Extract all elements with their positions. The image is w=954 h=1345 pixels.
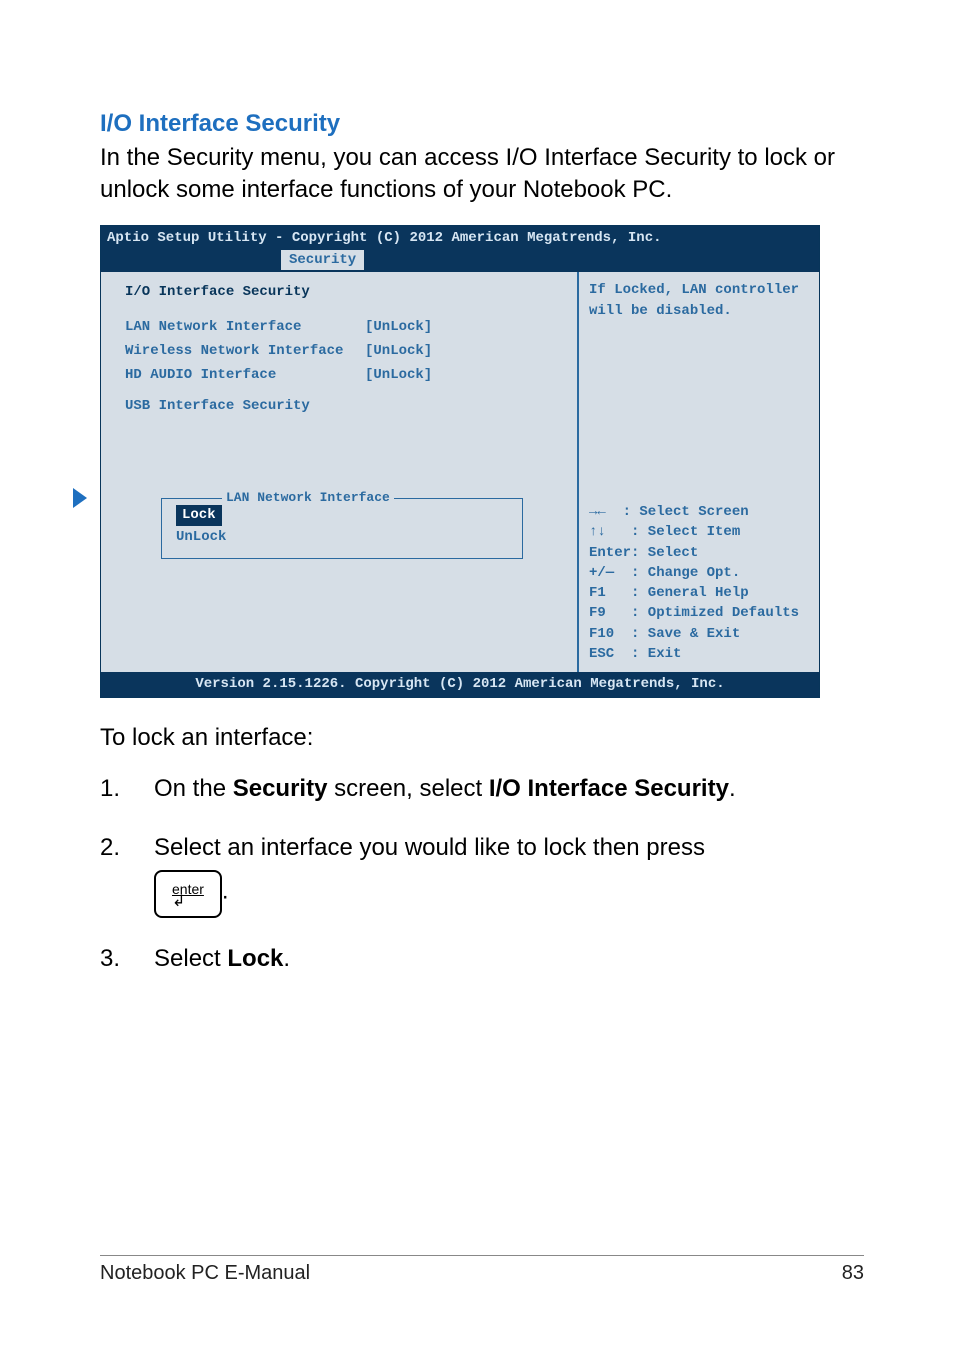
bios-tab-security: Security [281, 250, 364, 270]
bios-section-title: I/O Interface Security [125, 282, 567, 302]
bios-row-label: LAN Network Interface [125, 317, 365, 337]
footer-title: Notebook PC E-Manual [100, 1262, 310, 1285]
step-text: Select [154, 945, 227, 972]
step-text: On the [154, 775, 233, 802]
lock-intro: To lock an interface: [100, 722, 864, 754]
step-text: . [222, 877, 229, 904]
intro-paragraph: In the Security menu, you can access I/O… [100, 142, 864, 207]
bios-tab-row: Security [101, 250, 819, 272]
bios-popup-item-lock: Lock [176, 505, 508, 525]
bios-screenshot: Aptio Setup Utility - Copyright (C) 2012… [100, 225, 820, 698]
bios-popup-title: LAN Network Interface [222, 489, 394, 508]
pointer-icon [73, 488, 87, 508]
step-bold: I/O Interface Security [489, 775, 729, 802]
page-number: 83 [842, 1262, 864, 1285]
step-text: Select an interface you would like to lo… [154, 834, 705, 861]
step-number: 3. [100, 942, 154, 977]
bios-right-panel: If Locked, LAN controller will be disabl… [578, 272, 819, 672]
step-text: . [729, 775, 736, 802]
step-number: 1. [100, 772, 154, 807]
bios-left-panel: I/O Interface Security LAN Network Inter… [101, 272, 578, 672]
bios-row-value: [UnLock] [365, 341, 432, 361]
step-text: . [283, 945, 290, 972]
step-3: 3. Select Lock. [100, 942, 864, 977]
page-footer: Notebook PC E-Manual 83 [100, 1255, 864, 1285]
bios-row-wireless: Wireless Network Interface [UnLock] [125, 341, 567, 361]
step-bold: Security [233, 775, 328, 802]
bios-row-label: HD AUDIO Interface [125, 365, 365, 385]
bios-row-usb-submenu: USB Interface Security [125, 396, 567, 416]
bios-key-help: →← : Select Screen ↑↓ : Select Item Ente… [589, 502, 809, 664]
bios-row-label: Wireless Network Interface [125, 341, 365, 361]
step-1: 1. On the Security screen, select I/O In… [100, 772, 864, 807]
step-number: 2. [100, 831, 154, 918]
bios-context-help: If Locked, LAN controller will be disabl… [589, 280, 809, 321]
enter-key-icon: enter ↲ [154, 870, 222, 918]
step-2: 2. Select an interface you would like to… [100, 831, 864, 918]
bios-row-lan: LAN Network Interface [UnLock] [125, 317, 567, 337]
bios-popup: LAN Network Interface Lock UnLock [161, 498, 523, 559]
bios-row-value: [UnLock] [365, 365, 432, 385]
section-heading: I/O Interface Security [100, 110, 864, 138]
bios-header: Aptio Setup Utility - Copyright (C) 2012… [101, 226, 819, 250]
bios-footer: Version 2.15.1226. Copyright (C) 2012 Am… [101, 672, 819, 696]
bios-submenu-label: USB Interface Security [125, 396, 365, 416]
bios-row-audio: HD AUDIO Interface [UnLock] [125, 365, 567, 385]
step-bold: Lock [227, 945, 283, 972]
bios-popup-item-unlock: UnLock [176, 526, 508, 548]
bios-row-value: [UnLock] [365, 317, 432, 337]
step-text: screen, select [327, 775, 488, 802]
